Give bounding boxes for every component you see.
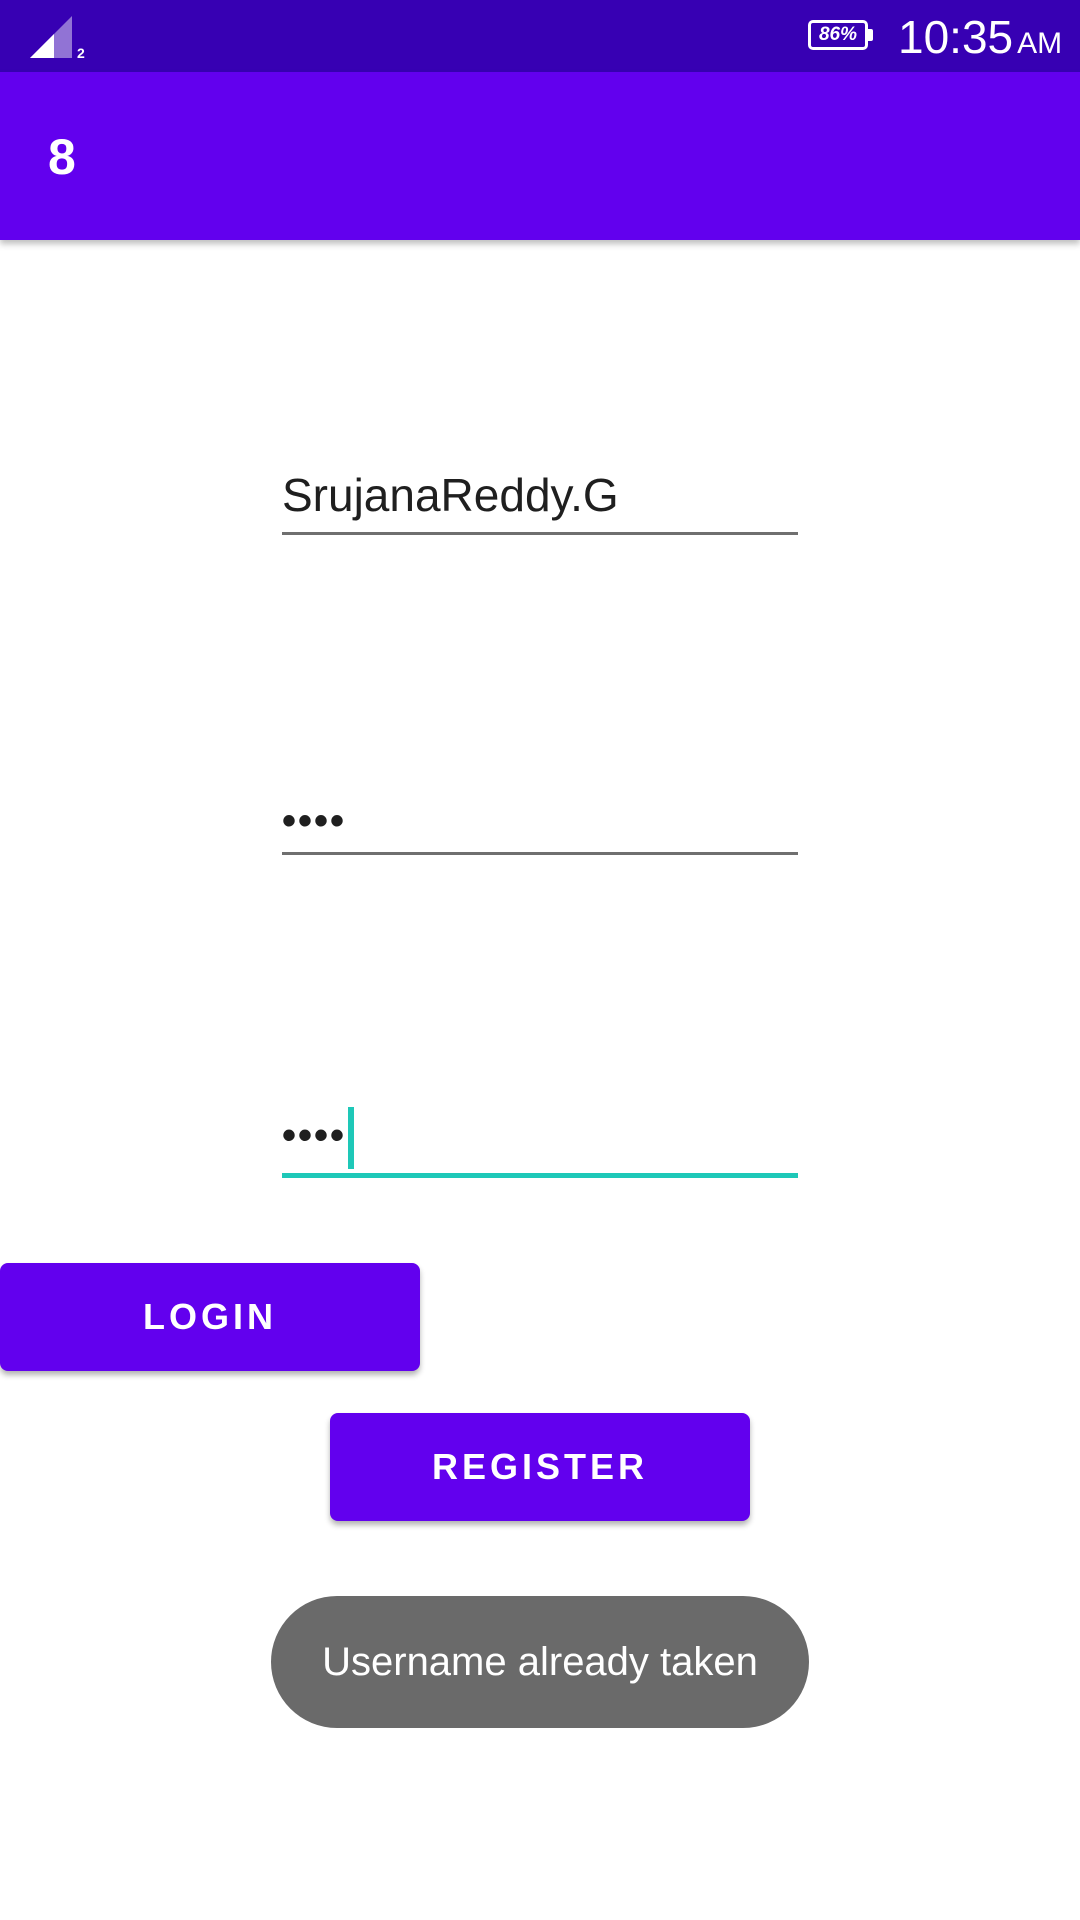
screen: 2 86% 10:35 AM 8 SrujanaReddy.G •••• ••••… <box>0 0 1080 1920</box>
login-button[interactable]: LOGIN <box>0 1263 420 1371</box>
password-field[interactable]: •••• <box>282 793 798 855</box>
battery-percent: 86% <box>808 20 868 50</box>
sim-slot-label: 2 <box>77 45 85 61</box>
register-button[interactable]: REGISTER <box>330 1413 750 1521</box>
register-button-label: REGISTER <box>431 1446 649 1487</box>
password-value: •••• <box>282 799 347 843</box>
clock-ampm: AM <box>1017 27 1063 60</box>
app-title: 8 <box>48 129 76 185</box>
cellular-signal-icon: 2 <box>28 14 88 62</box>
confirm-password-value: •••• <box>282 1113 347 1158</box>
status-clock: 10:35 AM <box>898 10 1062 64</box>
login-button-label: LOGIN <box>143 1296 277 1337</box>
username-field[interactable]: SrujanaReddy.G <box>282 469 798 535</box>
text-cursor <box>348 1107 355 1169</box>
toast-message: Username already taken <box>271 1596 809 1728</box>
confirm-password-wrapper: •••• <box>282 1107 355 1169</box>
battery-tip <box>868 29 873 41</box>
confirm-password-field[interactable]: •••• <box>282 1102 798 1178</box>
clock-time: 10:35 <box>898 11 1014 63</box>
username-value: SrujanaReddy.G <box>282 469 619 521</box>
toast-text: Username already taken <box>322 1639 758 1684</box>
status-bar: 2 86% 10:35 AM <box>0 0 1080 72</box>
app-bar: 8 <box>0 72 1080 240</box>
battery-icon: 86% <box>808 20 876 52</box>
